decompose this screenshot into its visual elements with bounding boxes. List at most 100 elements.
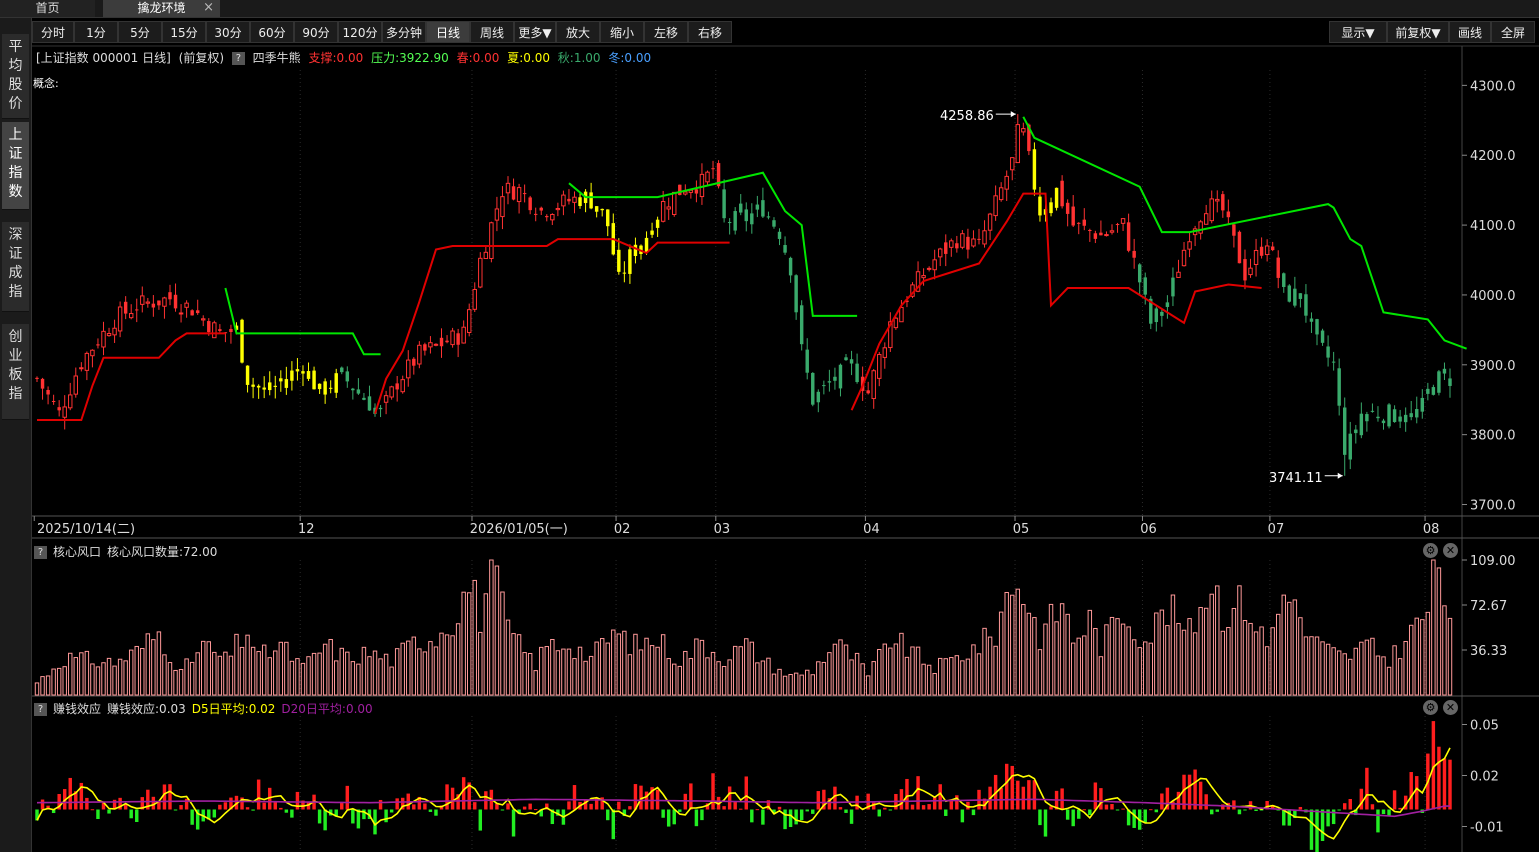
candle-body [998,187,1004,201]
core-bar [1408,624,1414,696]
candle-body [173,294,178,309]
profit-bar [1010,765,1014,810]
core-bar [400,642,405,696]
profit-bar [883,807,887,810]
profit-bar [223,802,228,810]
candle-body [1348,433,1352,460]
profit-tick-label: -0.01 [1470,821,1504,836]
candle-body [423,344,427,351]
core-bar [577,646,583,696]
core-bar [1015,588,1021,696]
core-bar [1203,607,1209,696]
candle-body [1437,371,1441,393]
candle-body [190,310,194,316]
profit-bar [1115,809,1120,811]
core-bar [1192,632,1198,696]
core-bar [1270,627,1275,696]
chart-canvas[interactable]: 3700.0 3800.0 3900.0 4000.0 4100.0 4200.0 4300… [0,0,1539,852]
core-bar [68,652,73,696]
core-bar [1120,623,1126,696]
x-tick-label: 2025/10/14(二) [37,522,135,537]
core-bar [217,655,223,696]
candle-body [1232,224,1236,236]
profit-bar [877,809,881,817]
core-bar [860,663,865,696]
core-bar [156,631,162,696]
core-bar [666,658,671,696]
candle-body [1403,414,1408,423]
candle-body [1398,416,1402,422]
profit-bar [1065,809,1070,820]
candle-body [827,381,832,383]
core-bar [1170,594,1176,696]
core-bar [1386,666,1392,696]
candle-body [622,272,627,274]
candle-body [1120,218,1126,224]
core-bar [345,651,350,696]
profit-bar [1016,780,1020,810]
core-bar [1131,639,1137,696]
core-bar [821,661,827,696]
core-bar [1137,647,1142,696]
core-bar [356,663,361,696]
core-bar [865,675,871,696]
candle-body [816,391,821,403]
core-bar [799,674,804,696]
x-tick-label: 05 [1013,522,1030,537]
candle-body [1038,196,1042,216]
candle-body [617,249,621,272]
candle-body [528,197,532,211]
candle-body [328,387,333,389]
profit-bar [1154,809,1159,813]
candle-body [1154,308,1159,323]
candle-body [1015,124,1021,164]
candle-body [483,251,489,260]
profit-bar [1071,809,1075,827]
core-bar [854,652,860,696]
candle-body [123,301,128,314]
profit-bar [611,809,616,840]
candle-body [450,330,455,346]
profit-bar [1437,746,1441,810]
candle-body [1387,404,1391,427]
candle-body [46,389,50,395]
profit-bar [844,809,848,813]
core-bar [1309,636,1314,696]
profit-bar [1442,758,1447,810]
profit-bar [1415,776,1419,810]
core-bar [1314,636,1320,696]
core-bar [267,657,272,696]
profit-bar [395,798,399,810]
core-bar [716,661,721,696]
candle-body [1243,259,1247,281]
profit-bar [317,809,322,824]
core-bar [206,641,211,696]
candle-body [1132,250,1136,258]
profit-bar [783,809,787,830]
candle-body [1431,387,1436,395]
candle-body [783,245,787,253]
candle-body [855,363,859,383]
profit-bar [811,809,815,814]
core-bar [489,559,494,696]
profit-bar [1254,809,1258,811]
candle-body [1287,285,1292,302]
core-bar [788,674,793,696]
core-bar [888,647,893,696]
x-tick-label: 04 [863,522,880,537]
candle-body [811,372,815,405]
candle-body [822,385,826,387]
core-bar [184,658,189,696]
core-bar [34,682,40,696]
core-bar [622,630,627,696]
profit-bar [1376,809,1380,833]
profit-bar [628,806,632,810]
core-bar [1392,645,1397,696]
candle-body [550,213,555,221]
core-bar [993,645,998,696]
core-bar [361,646,367,696]
candle-body [494,208,500,221]
candle-body [1409,413,1413,418]
candle-body [112,327,117,336]
core-bar [882,643,888,696]
